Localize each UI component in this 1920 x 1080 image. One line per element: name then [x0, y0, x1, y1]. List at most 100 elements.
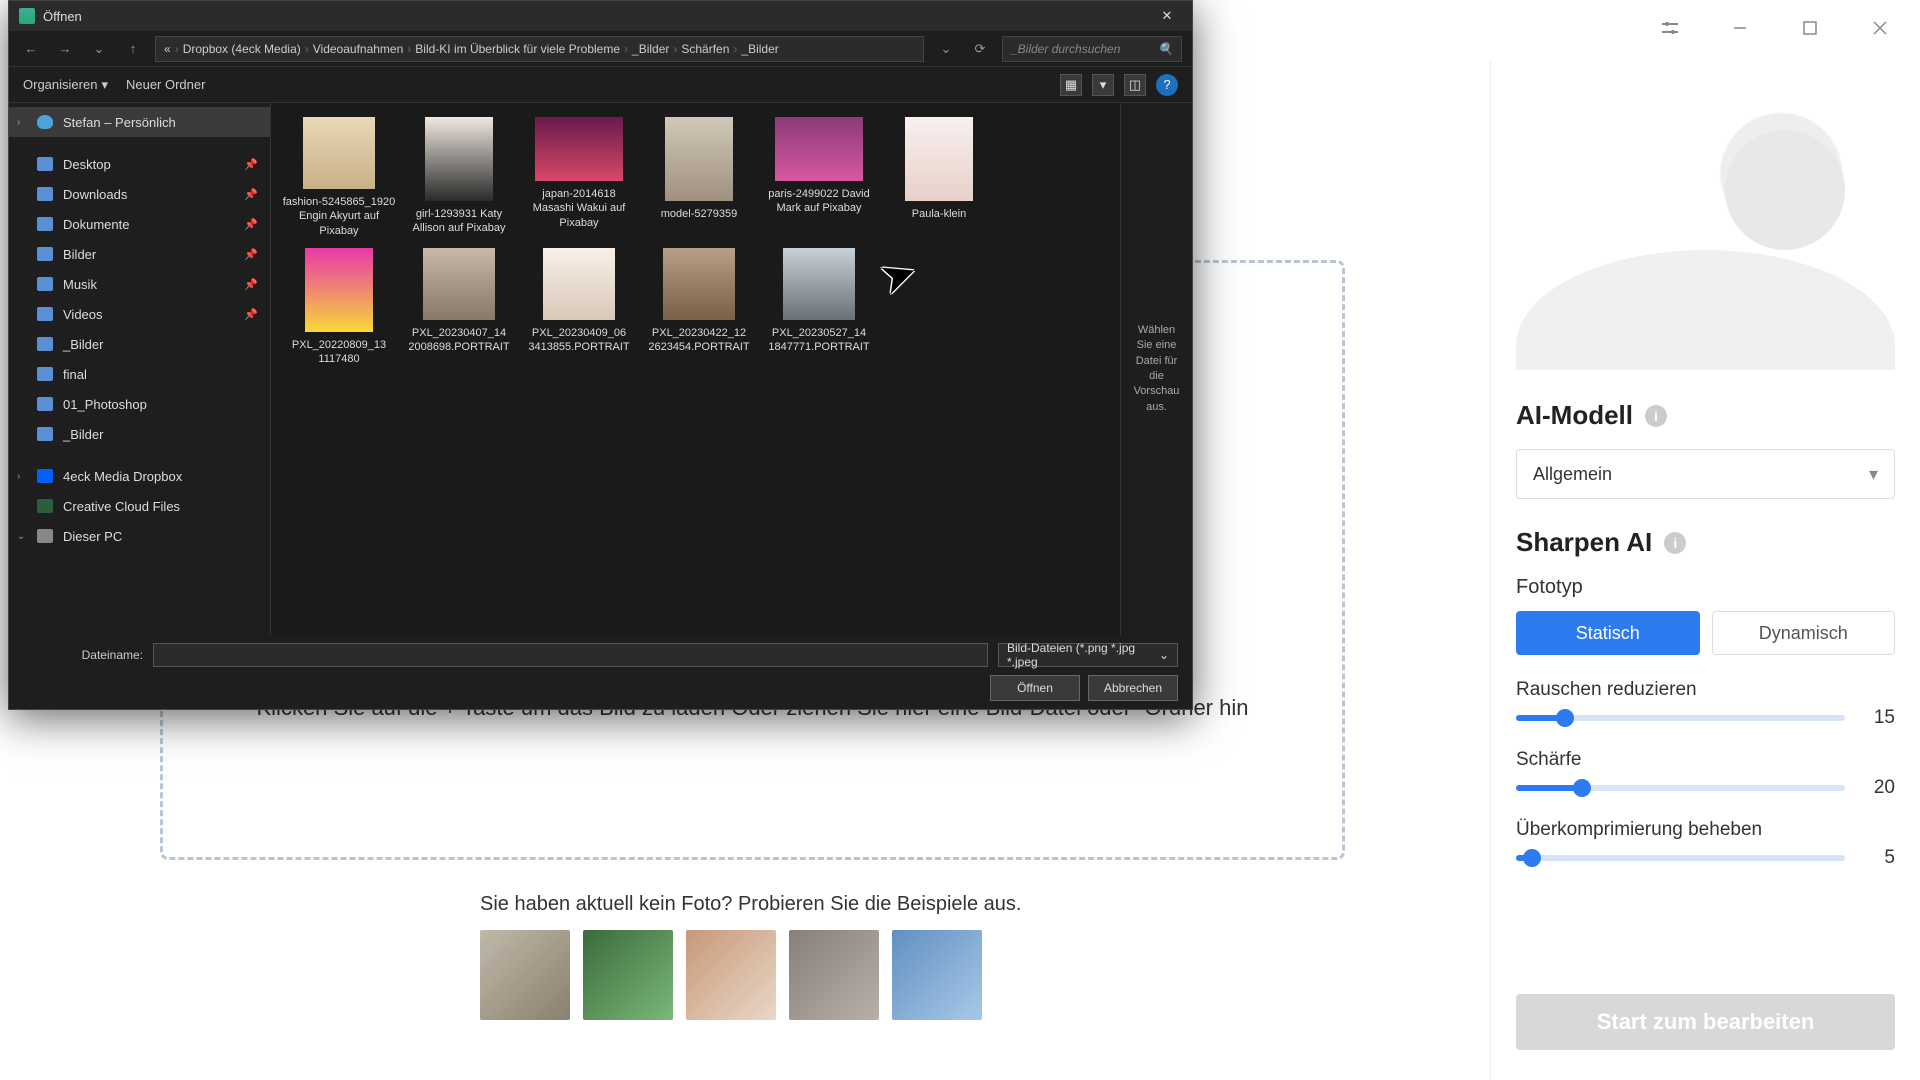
- tree-item[interactable]: ›4eck Media Dropbox: [9, 461, 270, 491]
- slider-noise-value: 15: [1859, 707, 1895, 729]
- file-item[interactable]: PXL_20230409_06 3413855.PORTRAIT: [521, 248, 637, 367]
- breadcrumb-item[interactable]: Schärfen: [681, 42, 729, 56]
- organize-menu[interactable]: Organisieren ▾: [23, 77, 108, 93]
- nav-forward-icon[interactable]: →: [53, 37, 77, 61]
- new-folder-button[interactable]: Neuer Ordner: [126, 77, 205, 93]
- file-item[interactable]: paris-2499022 David Mark auf Pixabay: [761, 117, 877, 238]
- filename-input[interactable]: [153, 643, 988, 667]
- tree-item[interactable]: Desktop📌: [9, 149, 270, 179]
- file-open-dialog: Öffnen ✕ ← → ⌄ ↑ «›Dropbox (4eck Media)›…: [8, 0, 1193, 710]
- file-item[interactable]: model-5279359: [641, 117, 757, 238]
- slider-sharp-track[interactable]: [1516, 785, 1845, 791]
- file-item[interactable]: PXL_20230422_12 2623454.PORTRAIT: [641, 248, 757, 367]
- filetype-select[interactable]: Bild-Dateien (*.png *.jpg *.jpeg ⌄: [998, 643, 1178, 667]
- tree-item[interactable]: final: [9, 359, 270, 389]
- dialog-app-icon: [19, 8, 35, 24]
- dialog-toolbar: Organisieren ▾ Neuer Ordner ▦ ▾ ◫ ?: [9, 67, 1192, 103]
- tree-item[interactable]: ⌄Dieser PC: [9, 521, 270, 551]
- seg-static[interactable]: Statisch: [1516, 611, 1700, 655]
- file-item[interactable]: girl-1293931 Katy Allison auf Pixabay: [401, 117, 517, 238]
- slider-comp: Überkomprimierung beheben 5: [1516, 819, 1895, 869]
- file-item[interactable]: PXL_20220809_13 1117480: [281, 248, 397, 367]
- sample-thumbs: [480, 930, 982, 1020]
- dialog-body: ›Stefan – Persönlich Desktop📌Downloads📌Do…: [9, 103, 1192, 635]
- samples-label: Sie haben aktuell kein Foto? Probieren S…: [480, 893, 1021, 916]
- dialog-close-icon[interactable]: ✕: [1152, 8, 1182, 24]
- sample-thumb[interactable]: [583, 930, 673, 1020]
- tree-item[interactable]: ›Stefan – Persönlich: [9, 107, 270, 137]
- file-item[interactable]: PXL_20230407_14 2008698.PORTRAIT: [401, 248, 517, 367]
- breadcrumb-item[interactable]: _Bilder: [632, 42, 669, 56]
- nav-back-icon[interactable]: ←: [19, 37, 43, 61]
- breadcrumb-item[interactable]: Dropbox (4eck Media): [183, 42, 301, 56]
- dialog-nav: ← → ⌄ ↑ «›Dropbox (4eck Media)›Videoaufn…: [9, 31, 1192, 67]
- help-icon[interactable]: ?: [1156, 74, 1178, 96]
- file-grid[interactable]: fashion-5245865_1920 Engin Akyurt auf Pi…: [271, 103, 1120, 635]
- maximize-icon[interactable]: [1790, 8, 1830, 48]
- search-input[interactable]: _Bilder durchsuchen 🔍: [1002, 36, 1182, 62]
- app-background: Klicken Sie auf die + Taste um das Bild …: [0, 0, 1920, 1080]
- search-placeholder: _Bilder durchsuchen: [1011, 42, 1120, 56]
- minimize-icon[interactable]: [1720, 8, 1760, 48]
- sharpen-title: Sharpen AI i: [1516, 527, 1895, 558]
- preview-placeholder: [1516, 90, 1895, 370]
- seg-dynamic[interactable]: Dynamisch: [1712, 611, 1896, 655]
- nav-dropdown-icon[interactable]: ⌄: [934, 37, 958, 61]
- chevron-down-icon: ⌄: [1159, 648, 1169, 662]
- phototype-label: Fototyp: [1516, 576, 1895, 599]
- breadcrumb[interactable]: «›Dropbox (4eck Media)›Videoaufnahmen›Bi…: [155, 36, 924, 62]
- breadcrumb-item[interactable]: Bild-KI im Überblick für viele Probleme: [415, 42, 620, 56]
- settings-sidebar: AI-Modell i Allgemein ▾ Sharpen AI i Fot…: [1490, 60, 1920, 1080]
- breadcrumb-item[interactable]: Videoaufnahmen: [313, 42, 404, 56]
- tree-item[interactable]: Dokumente📌: [9, 209, 270, 239]
- dialog-title: Öffnen: [43, 9, 82, 24]
- tree-item[interactable]: Downloads📌: [9, 179, 270, 209]
- tree-item[interactable]: 01_Photoshop: [9, 389, 270, 419]
- file-item[interactable]: PXL_20230527_14 1847771.PORTRAIT: [761, 248, 877, 367]
- cancel-button[interactable]: Abbrechen: [1088, 675, 1178, 701]
- preview-pane: Wählen Sie eine Datei für die Vorschau a…: [1120, 103, 1192, 635]
- info-icon[interactable]: i: [1664, 532, 1686, 554]
- tree-item[interactable]: _Bilder: [9, 419, 270, 449]
- slider-noise-label: Rauschen reduzieren: [1516, 679, 1895, 701]
- breadcrumb-item[interactable]: _Bilder: [741, 42, 778, 56]
- slider-noise-track[interactable]: [1516, 715, 1845, 721]
- tree-item[interactable]: _Bilder: [9, 329, 270, 359]
- sharpen-title-text: Sharpen AI: [1516, 527, 1652, 558]
- sample-thumb[interactable]: [789, 930, 879, 1020]
- ai-model-title-text: AI-Modell: [1516, 400, 1633, 431]
- nav-recent-icon[interactable]: ⌄: [87, 37, 111, 61]
- slider-noise: Rauschen reduzieren 15: [1516, 679, 1895, 729]
- nav-refresh-icon[interactable]: ⟳: [968, 37, 992, 61]
- close-icon[interactable]: [1860, 8, 1900, 48]
- filename-label: Dateiname:: [23, 648, 143, 662]
- slider-sharp-label: Schärfe: [1516, 749, 1895, 771]
- chevron-down-icon: ▾: [101, 77, 108, 93]
- file-item[interactable]: Paula-klein: [881, 117, 997, 238]
- file-item[interactable]: fashion-5245865_1920 Engin Akyurt auf Pi…: [281, 117, 397, 238]
- breadcrumb-item[interactable]: «: [164, 42, 171, 56]
- tree-item[interactable]: Musik📌: [9, 269, 270, 299]
- sample-thumb[interactable]: [892, 930, 982, 1020]
- start-button[interactable]: Start zum bearbeiten: [1516, 994, 1895, 1050]
- tree-item[interactable]: Creative Cloud Files: [9, 491, 270, 521]
- tree-item[interactable]: Videos📌: [9, 299, 270, 329]
- settings-icon[interactable]: [1650, 8, 1690, 48]
- chevron-down-icon: ▾: [1869, 464, 1878, 485]
- folder-tree[interactable]: ›Stefan – Persönlich Desktop📌Downloads📌Do…: [9, 103, 271, 635]
- tree-item[interactable]: Bilder📌: [9, 239, 270, 269]
- nav-up-icon[interactable]: ↑: [121, 37, 145, 61]
- model-select[interactable]: Allgemein ▾: [1516, 449, 1895, 499]
- search-icon: 🔍: [1158, 42, 1173, 56]
- model-select-value: Allgemein: [1533, 464, 1612, 485]
- slider-comp-track[interactable]: [1516, 855, 1845, 861]
- view-dropdown-icon[interactable]: ▾: [1092, 74, 1114, 96]
- view-mode-icon[interactable]: ▦: [1060, 74, 1082, 96]
- sample-thumb[interactable]: [686, 930, 776, 1020]
- sample-thumb[interactable]: [480, 930, 570, 1020]
- file-item[interactable]: japan-2014618 Masashi Wakui auf Pixabay: [521, 117, 637, 238]
- preview-pane-icon[interactable]: ◫: [1124, 74, 1146, 96]
- phototype-segment: Statisch Dynamisch: [1516, 611, 1895, 655]
- info-icon[interactable]: i: [1645, 405, 1667, 427]
- open-button[interactable]: Öffnen: [990, 675, 1080, 701]
